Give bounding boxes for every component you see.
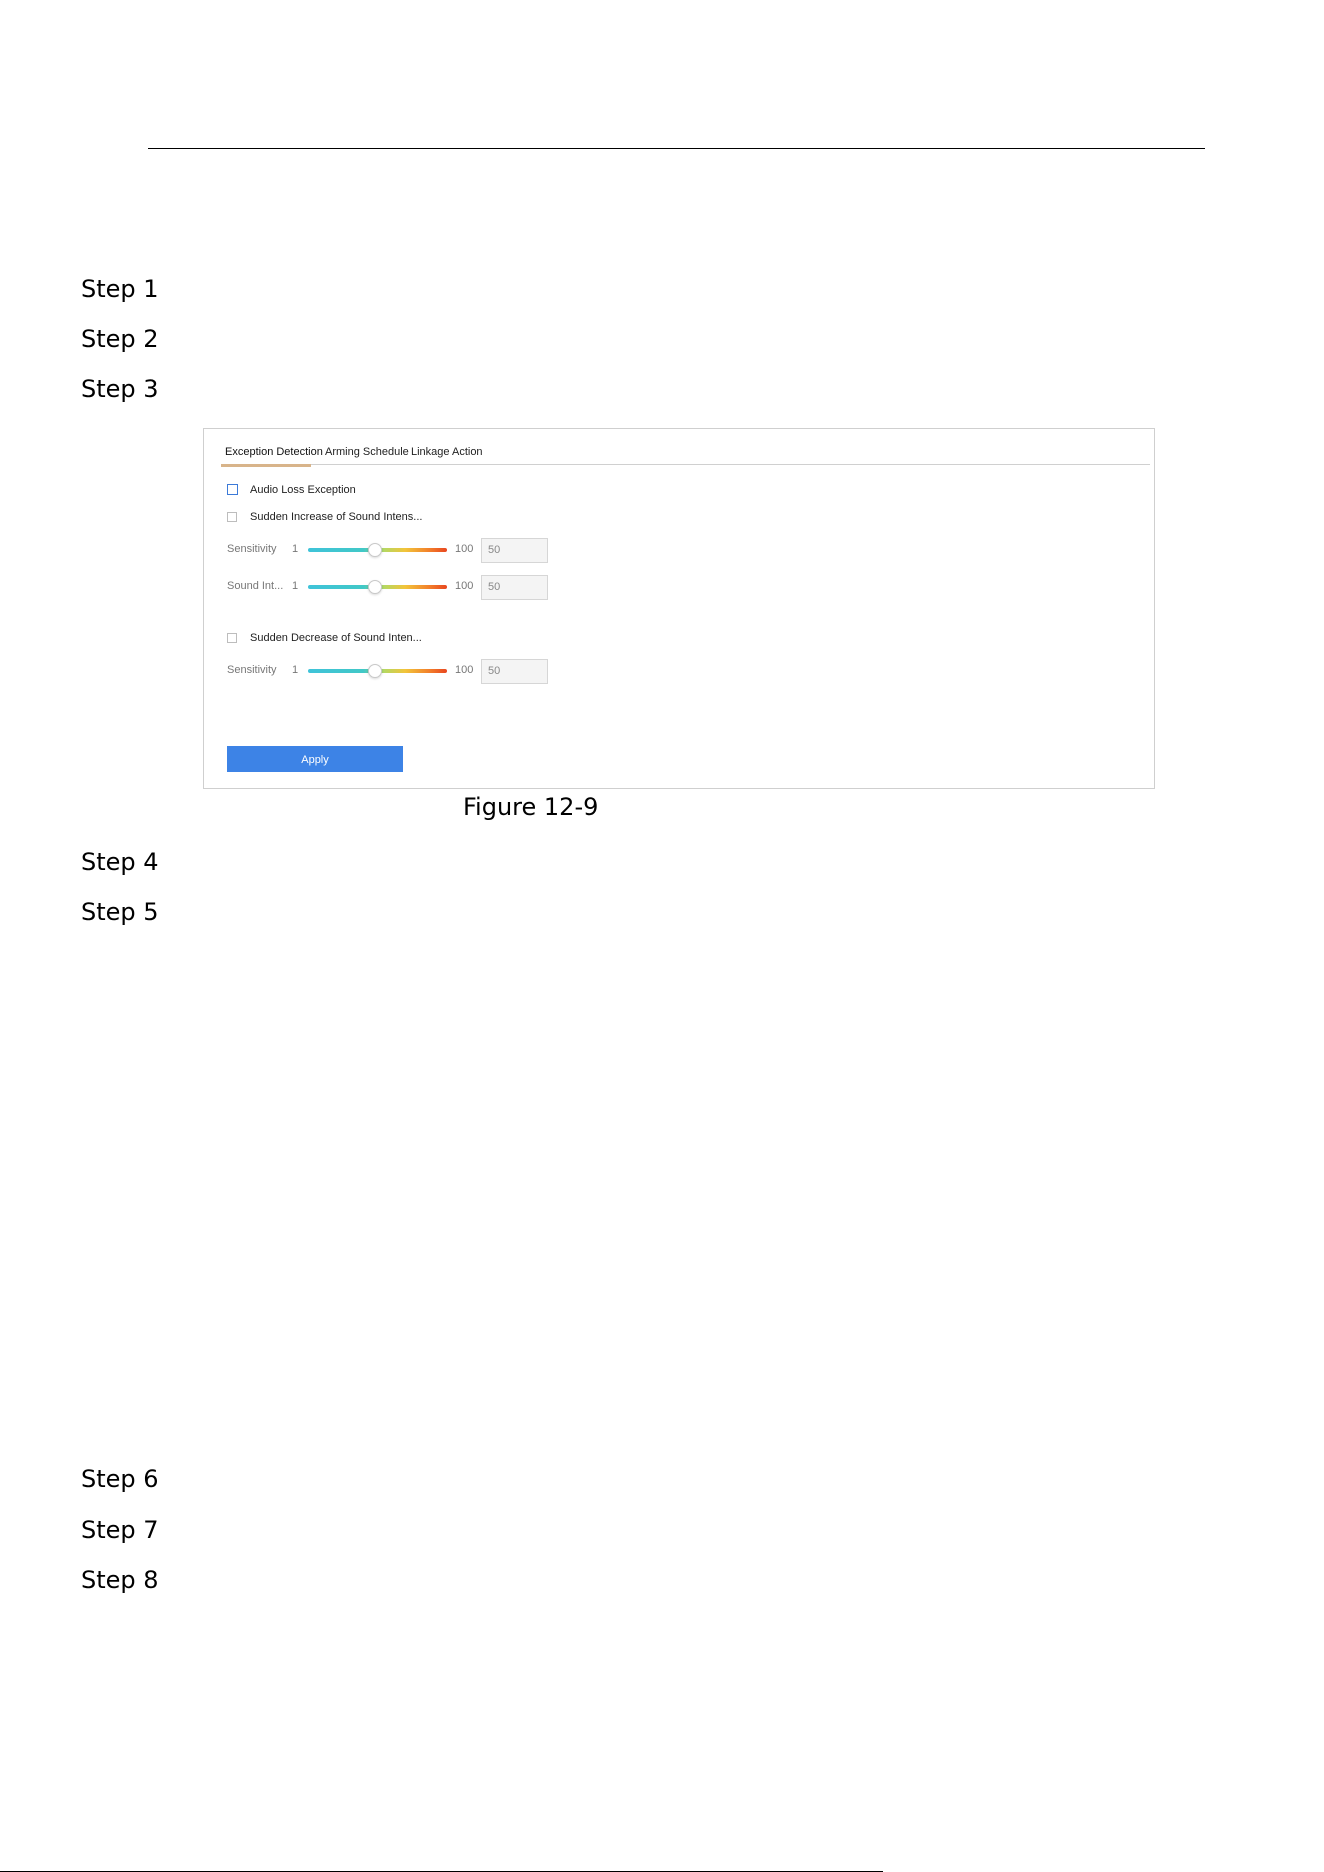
step-7: Step 7 xyxy=(81,1516,159,1544)
step-6: Step 6 xyxy=(81,1465,159,1493)
audio-loss-checkbox[interactable] xyxy=(227,484,238,495)
tab-linkage-action[interactable]: Linkage Action xyxy=(411,446,483,458)
exception-settings-panel: Exception Detection Arming Schedule Link… xyxy=(203,428,1155,789)
sensitivity-value-field[interactable]: 50 xyxy=(481,538,548,563)
tab-exception-detection[interactable]: Exception Detection xyxy=(225,446,323,458)
slider-min: 1 xyxy=(292,664,299,676)
sensitivity-label: Sensitivity xyxy=(227,664,277,676)
step-5: Step 5 xyxy=(81,898,159,926)
slider-handle[interactable] xyxy=(368,664,382,678)
step-1: Step 1 xyxy=(81,275,159,303)
slider-max: 100 xyxy=(455,543,474,555)
slider-min: 1 xyxy=(292,543,299,555)
sound-intensity-value-field[interactable]: 50 xyxy=(481,575,548,600)
step-3: Step 3 xyxy=(81,375,159,403)
sudden-decrease-checkbox[interactable] xyxy=(227,633,237,643)
sudden-decrease-label: Sudden Decrease of Sound Inten... xyxy=(250,632,422,644)
apply-button[interactable]: Apply xyxy=(227,746,403,772)
slider-max: 100 xyxy=(455,580,474,592)
step-2: Step 2 xyxy=(81,325,159,353)
figure-caption: Figure 12-9 xyxy=(463,793,599,821)
sudden-increase-label: Sudden Increase of Sound Intens... xyxy=(250,511,423,523)
active-tab-indicator xyxy=(221,464,311,467)
sensitivity-value-field[interactable]: 50 xyxy=(481,659,548,684)
slider-max: 100 xyxy=(455,664,474,676)
tab-bar: Exception Detection Arming Schedule Link… xyxy=(221,444,1150,467)
audio-loss-label: Audio Loss Exception xyxy=(250,484,356,496)
slider-handle[interactable] xyxy=(368,543,382,557)
sound-intensity-label: Sound Int... xyxy=(227,580,284,592)
sensitivity-label: Sensitivity xyxy=(227,543,277,555)
step-8: Step 8 xyxy=(81,1566,159,1594)
step-4: Step 4 xyxy=(81,848,159,876)
tab-arming-schedule[interactable]: Arming Schedule xyxy=(325,446,409,458)
sudden-increase-checkbox[interactable] xyxy=(227,512,237,522)
slider-handle[interactable] xyxy=(368,580,382,594)
header-rule xyxy=(148,148,1205,149)
slider-min: 1 xyxy=(292,580,299,592)
